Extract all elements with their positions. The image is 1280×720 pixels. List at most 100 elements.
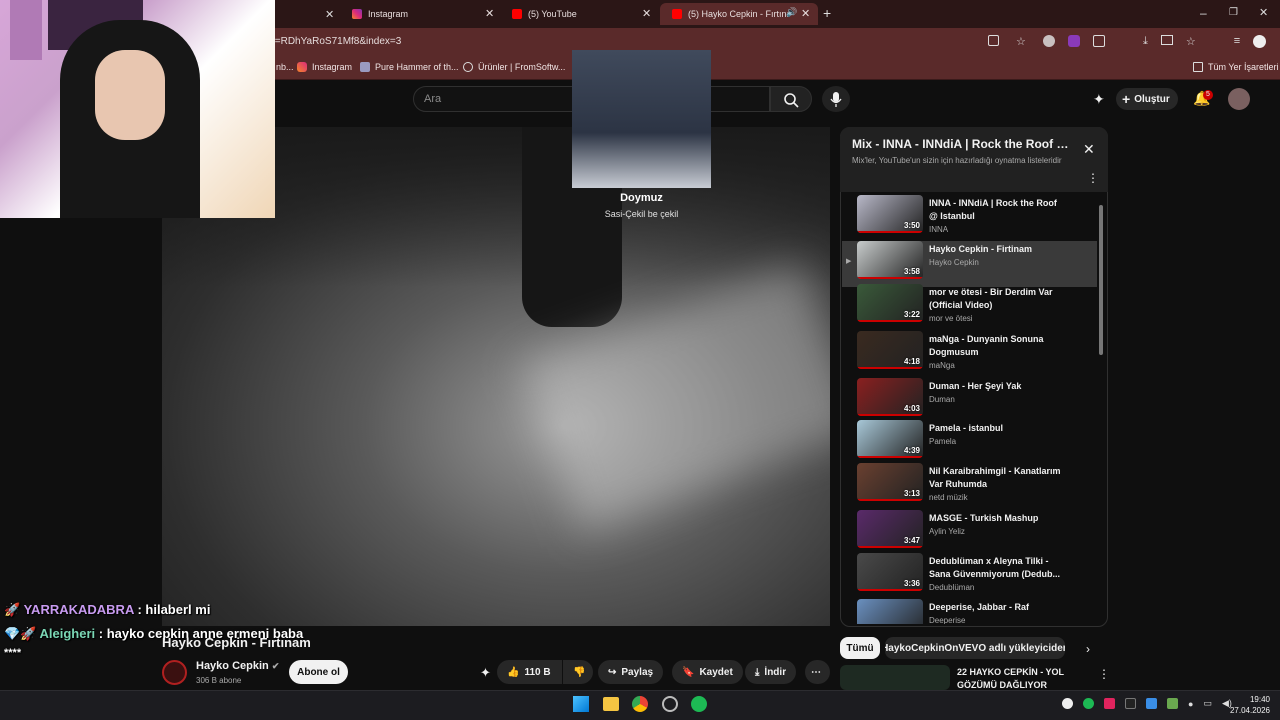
more-actions-button[interactable]: ⋯ — [805, 660, 830, 684]
tray-app-icon[interactable] — [1167, 698, 1178, 709]
search-button[interactable] — [770, 86, 812, 112]
tray-app-icon[interactable] — [1125, 698, 1136, 709]
search-icon — [784, 93, 799, 108]
chrome-icon[interactable] — [632, 696, 648, 712]
playlist-thumbnail[interactable]: 3:58 — [857, 241, 923, 279]
dislike-button[interactable]: 👎 — [563, 660, 593, 684]
all-bookmarks[interactable]: Tüm Yer İşaretleri — [1193, 62, 1279, 72]
side-panel-icon[interactable] — [1160, 35, 1173, 45]
sparkle-icon[interactable]: ✦ — [480, 665, 491, 681]
profile-avatar[interactable] — [1253, 35, 1267, 48]
playlist-item[interactable]: ▶ 3:58 Hayko Cepkin - Firtinam Hayko Cepkin — [842, 241, 1097, 287]
chip-all[interactable]: Tümü — [840, 637, 880, 659]
mic-tray-icon[interactable]: ● — [1188, 699, 1193, 709]
install-icon[interactable] — [988, 35, 999, 46]
playlist-item[interactable]: 3:13 Nil Karaibrahimgil - Kanatlarım Var … — [842, 463, 1097, 509]
playlist-thumbnail[interactable]: 3:13 — [857, 463, 923, 501]
playlist-thumbnail[interactable]: 3:36 — [857, 553, 923, 591]
like-button[interactable]: 👍 110 B — [497, 660, 562, 684]
share-icon: ↪ — [608, 666, 617, 678]
share-button[interactable]: ↪ Paylaş — [598, 660, 664, 684]
playlist-item[interactable]: 4:18 maNga - Dunyanin Sonuna Dogmusum maNg… — [842, 331, 1097, 377]
playlist-thumbnail[interactable]: 4:39 — [857, 420, 923, 458]
playlist-title[interactable]: Mix - INNA - INNdiA | Rock the Roof @ Is… — [852, 137, 1072, 151]
channel-avatar[interactable] — [162, 660, 187, 685]
related-thumbnail[interactable] — [840, 665, 950, 690]
playlist-thumbnail[interactable]: 3:50 — [857, 195, 923, 233]
tab-hayko-cepkin[interactable]: (5) Hayko Cepkin - Fırtınam 🔊 ✕ — [660, 3, 818, 25]
chip-uploader[interactable]: HaykoCepkinOnVEVO adlı yükleyiciden — [885, 637, 1065, 659]
tab-search-icon[interactable]: ≡ — [1234, 35, 1240, 48]
subscribe-button[interactable]: Abone ol — [289, 660, 348, 684]
playlist-item[interactable]: 3:50 INNA - INNdiA | Rock the Roof @ Ista… — [842, 195, 1097, 241]
download-button[interactable]: ⤓ İndir — [745, 660, 797, 684]
file-explorer-icon[interactable] — [603, 697, 619, 711]
speaker-icon[interactable]: 🔊 — [786, 7, 797, 18]
playlist-item[interactable]: 3:36 Dedublüman x Aleyna Tilki - Sana Güv… — [842, 553, 1097, 599]
download-icon[interactable]: ⤓ — [1143, 35, 1148, 48]
bookmark-star-icon[interactable]: ☆ — [1186, 35, 1196, 48]
premium-icon[interactable]: ✦ — [1093, 91, 1105, 108]
playlist-item-channel: Dedublüman — [929, 583, 975, 592]
bookmark-pure-hammer[interactable]: Pure Hammer of th... — [360, 62, 459, 72]
extension-icon[interactable] — [1068, 35, 1080, 47]
new-tab-button[interactable]: + — [823, 5, 831, 21]
close-playlist-icon[interactable]: ✕ — [1083, 141, 1095, 158]
tray-app-icon[interactable] — [1104, 698, 1115, 709]
account-avatar[interactable] — [1228, 88, 1250, 110]
spotify-icon[interactable] — [691, 696, 707, 712]
save-button[interactable]: 🔖 Kaydet — [672, 660, 743, 684]
more-icon: ⋯ — [811, 666, 821, 678]
tab-instagram[interactable]: Instagram ✕ — [340, 3, 500, 25]
tray-icon[interactable] — [1062, 698, 1073, 709]
extension-icon[interactable] — [1043, 35, 1055, 47]
wall-frames — [10, 0, 42, 60]
related-menu-icon[interactable]: ⋮ — [1098, 667, 1110, 681]
download-label: İndir — [764, 666, 787, 678]
playlist-item-channel: Hayko Cepkin — [929, 258, 979, 267]
playlist-item[interactable]: 4:03 Duman - Her Şeyi Yak Duman — [842, 378, 1097, 424]
playlist-item[interactable]: 3:47 MASGE - Turkish Mashup Aylin Yeliz — [842, 510, 1097, 556]
playlist-thumbnail[interactable]: 3:22 — [857, 284, 923, 322]
star-icon[interactable]: ☆ — [1016, 35, 1026, 48]
playlist-item[interactable]: 4:39 Pamela - istanbul Pamela — [842, 420, 1097, 466]
create-button[interactable]: + Oluştur — [1116, 88, 1178, 110]
playlist-subtitle: Mix'ler, YouTube'un sizin için hazırladı… — [852, 156, 1062, 165]
playlist-thumbnail[interactable] — [857, 599, 923, 624]
playlist-item-channel: INNA — [929, 225, 949, 234]
playlist-item[interactable]: Deeperise, Jabbar - Raf Deeperise — [842, 599, 1097, 624]
restore-icon[interactable]: ❐ — [1229, 7, 1238, 18]
playlist-thumbnail[interactable]: 4:03 — [857, 378, 923, 416]
duration-badge: 3:47 — [903, 536, 920, 545]
taskbar-clock[interactable]: 19:40 27.04.2026 — [1225, 694, 1270, 716]
voice-search-button[interactable] — [822, 86, 850, 112]
channel-name[interactable]: Hayko Cepkin ✔ — [196, 660, 279, 672]
webcam-overlay — [0, 0, 275, 218]
playlist-menu-icon[interactable]: ⋮ — [1087, 171, 1099, 185]
url-text[interactable]: t=RDhYaRoS71Mf8&index=3 — [272, 36, 401, 47]
close-tab-icon[interactable]: ✕ — [801, 7, 810, 20]
close-window-icon[interactable]: ✕ — [1259, 6, 1268, 19]
bookmark-instagram[interactable]: Instagram — [297, 62, 352, 72]
network-icon[interactable]: ▭ — [1203, 698, 1212, 709]
tab-youtube[interactable]: (5) YouTube ✕ — [500, 3, 658, 25]
playlist-scrollbar[interactable] — [1099, 205, 1103, 355]
puzzle-icon[interactable] — [1093, 35, 1105, 47]
playlist-item[interactable]: 3:22 mor ve ötesi - Bir Derdim Var (Offic… — [842, 284, 1097, 330]
chevron-right-icon[interactable]: › — [1086, 642, 1090, 656]
close-tab-icon[interactable]: ✕ — [325, 8, 334, 21]
playlist-item-title: Deeperise, Jabbar - Raf — [929, 602, 1030, 612]
tray-app-icon[interactable] — [1146, 698, 1157, 709]
spotify-tray-icon[interactable] — [1083, 698, 1094, 709]
minimize-icon[interactable]: – — [1200, 6, 1207, 20]
close-tab-icon[interactable]: ✕ — [642, 7, 651, 20]
alert-subtitle: Sasi-Çekil be çekil — [604, 209, 679, 219]
app-icon[interactable] — [662, 696, 678, 712]
verified-icon: ✔ — [271, 661, 280, 671]
bookmark-item[interactable]: nb... — [276, 62, 294, 72]
playlist-thumbnail[interactable]: 4:18 — [857, 331, 923, 369]
bookmark-fromsoftware[interactable]: Ürünler | FromSoftw... — [463, 62, 565, 72]
windows-start-icon[interactable] — [573, 696, 589, 712]
close-tab-icon[interactable]: ✕ — [485, 7, 494, 20]
playlist-thumbnail[interactable]: 3:47 — [857, 510, 923, 548]
